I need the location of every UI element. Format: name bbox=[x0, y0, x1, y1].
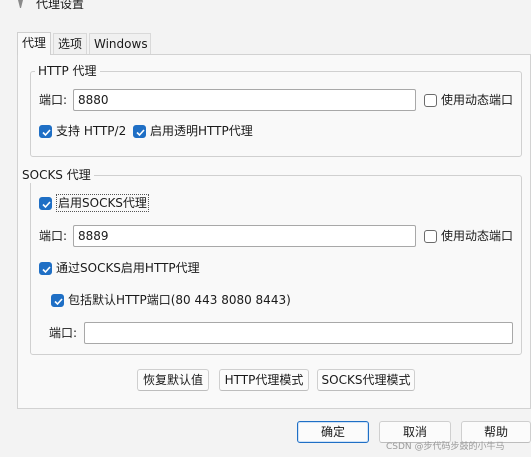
tab-options[interactable]: 选项 bbox=[53, 33, 87, 55]
http-mode-label: HTTP代理模式 bbox=[224, 373, 304, 387]
help-button[interactable]: 帮助 bbox=[461, 421, 531, 443]
socks-port-label: 端口: bbox=[39, 229, 68, 243]
socks-mode-label: SOCKS代理模式 bbox=[321, 373, 411, 387]
ok-button[interactable]: 确定 bbox=[297, 421, 369, 443]
http-dynamic-port-label: 使用动态端口 bbox=[441, 93, 514, 107]
transparent-http-label: 启用透明HTTP代理 bbox=[150, 124, 253, 138]
tab-options-label: 选项 bbox=[58, 37, 83, 51]
tab-proxy[interactable]: 代理 bbox=[17, 32, 51, 55]
http-port-input[interactable] bbox=[73, 89, 416, 111]
http-group-title: HTTP 代理 bbox=[35, 63, 100, 79]
socks-via-http-label: 通过SOCKS启用HTTP代理 bbox=[56, 261, 200, 275]
restore-defaults-button[interactable]: 恢复默认值 bbox=[137, 369, 209, 391]
title-bar: 代理设置 bbox=[0, 0, 531, 16]
proxy-settings-dialog: 代理设置 代理 选项 Windows HTTP 代理 端口: 使用动态端口 支持… bbox=[0, 0, 531, 457]
check-icon bbox=[54, 298, 63, 306]
default-http-ports-checkbox[interactable] bbox=[51, 294, 64, 307]
socks-dynamic-port-checkbox[interactable] bbox=[424, 230, 437, 243]
socks-mode-button[interactable]: SOCKS代理模式 bbox=[317, 369, 415, 391]
tab-windows[interactable]: Windows bbox=[89, 33, 151, 55]
socks-extra-port-input[interactable] bbox=[84, 322, 513, 344]
tab-windows-label: Windows bbox=[94, 37, 148, 51]
help-label: 帮助 bbox=[483, 425, 508, 439]
http-proxy-group: HTTP 代理 bbox=[30, 63, 522, 157]
socks-extra-port-label: 端口: bbox=[49, 326, 78, 340]
transparent-http-checkbox[interactable] bbox=[133, 125, 146, 138]
app-icon bbox=[18, 0, 23, 8]
http2-checkbox[interactable] bbox=[39, 125, 52, 138]
socks-group-title: SOCKS 代理 bbox=[19, 167, 94, 183]
tab-proxy-label: 代理 bbox=[22, 36, 47, 50]
check-icon bbox=[42, 201, 51, 209]
socks-via-http-checkbox[interactable] bbox=[39, 262, 52, 275]
check-icon bbox=[42, 266, 51, 274]
socks-port-input[interactable] bbox=[73, 225, 416, 247]
http-dynamic-port-checkbox[interactable] bbox=[424, 94, 437, 107]
http-mode-button[interactable]: HTTP代理模式 bbox=[219, 369, 309, 391]
default-http-ports-label: 包括默认HTTP端口(80 443 8080 8443) bbox=[68, 293, 291, 307]
enable-socks-label: 启用SOCKS代理 bbox=[56, 194, 149, 212]
socks-dynamic-port-label: 使用动态端口 bbox=[441, 229, 514, 243]
cancel-label: 取消 bbox=[402, 425, 427, 439]
ok-label: 确定 bbox=[320, 425, 345, 439]
cancel-button[interactable]: 取消 bbox=[379, 421, 451, 443]
http-port-label: 端口: bbox=[39, 93, 68, 107]
watermark: CSDN @步代码步鼓的小牛马 bbox=[386, 442, 505, 452]
window-title: 代理设置 bbox=[36, 0, 85, 11]
check-icon bbox=[42, 129, 51, 137]
enable-socks-checkbox[interactable] bbox=[39, 197, 52, 210]
restore-defaults-label: 恢复默认值 bbox=[142, 373, 203, 387]
check-icon bbox=[136, 129, 145, 137]
http2-label: 支持 HTTP/2 bbox=[56, 124, 127, 138]
